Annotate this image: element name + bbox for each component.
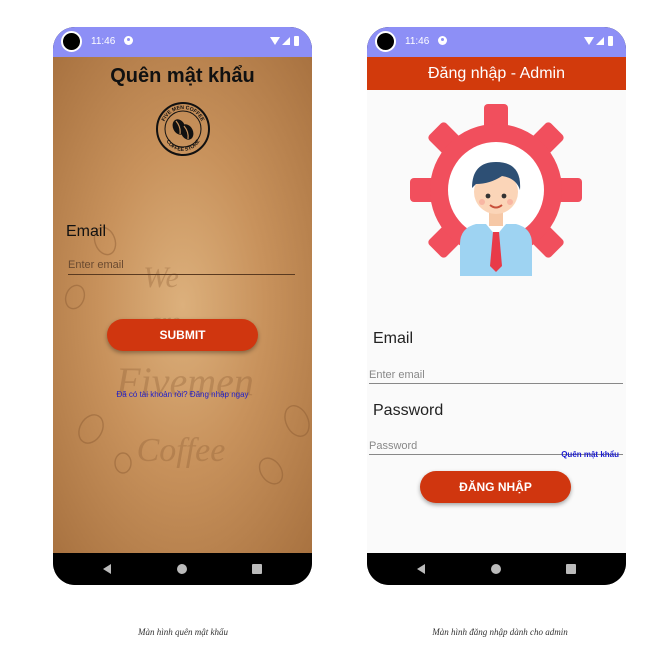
forgot-password-link[interactable]: Quên mật khẩu <box>561 450 619 459</box>
system-icons <box>270 36 304 46</box>
phone-admin-login: 11:46 Đăng nhập - Admin Email Enter emai… <box>367 27 626 585</box>
back-icon[interactable] <box>103 564 111 574</box>
home-icon[interactable] <box>491 564 501 574</box>
system-icons <box>584 36 618 46</box>
email-input[interactable] <box>369 366 623 384</box>
login-link[interactable]: Đã có tài khoản rồi? Đăng nhập ngay <box>53 390 312 399</box>
recent-apps-icon[interactable] <box>252 564 262 574</box>
phone-forgot-password: 11:46 We are Fivemen Coffee <box>53 27 312 585</box>
coffee-bean-icon <box>172 119 194 140</box>
nav-bar <box>53 553 312 585</box>
status-app-icon <box>124 36 133 45</box>
password-label: Password <box>373 402 444 419</box>
coffee-bean-icon <box>258 457 284 485</box>
email-input[interactable] <box>68 255 295 275</box>
status-bar: 11:46 <box>367 27 626 57</box>
wifi-icon <box>270 37 280 45</box>
appbar-title: Đăng nhập - Admin <box>428 65 565 82</box>
status-bar: 11:46 <box>53 27 312 57</box>
email-label: Email <box>373 330 414 347</box>
watermark-line: Coffee <box>137 432 226 469</box>
page-title: Quên mật khẩu <box>110 65 255 87</box>
forgot-screen: We are Fivemen Coffee Quên mật khẩu FIVE… <box>53 57 312 553</box>
signal-icon <box>282 37 290 45</box>
camera-cutout-icon <box>375 31 396 52</box>
coffee-bean-icon <box>78 414 104 444</box>
email-label: Email <box>66 223 107 240</box>
caption-login-screen: Màn hình đăng nhập dành cho admin <box>432 627 568 637</box>
wifi-icon <box>584 37 594 45</box>
nav-bar <box>367 553 626 585</box>
signal-icon <box>596 37 604 45</box>
store-logo: FIVE MEN COFFEE COFFEE STORE <box>156 102 210 156</box>
battery-icon <box>294 36 299 46</box>
coffee-bean-icon <box>64 284 86 310</box>
back-icon[interactable] <box>417 564 425 574</box>
admin-illustration <box>410 104 582 276</box>
camera-cutout-icon <box>61 31 82 52</box>
status-time: 11:46 <box>405 36 430 47</box>
battery-icon <box>608 36 613 46</box>
login-button[interactable]: ĐĂNG NHẬP <box>420 471 571 503</box>
status-time: 11:46 <box>91 36 116 47</box>
status-app-icon <box>438 36 447 45</box>
login-screen: Đăng nhập - Admin Email Enter email Pass… <box>367 57 626 553</box>
caption-forgot-screen: Màn hình quên mật khẩu <box>138 627 228 637</box>
coffee-bean-icon <box>284 405 310 437</box>
app-bar: Đăng nhập - Admin <box>367 57 626 90</box>
home-icon[interactable] <box>177 564 187 574</box>
submit-button[interactable]: SUBMIT <box>107 319 258 351</box>
coffee-bean-icon <box>114 452 132 474</box>
recent-apps-icon[interactable] <box>566 564 576 574</box>
